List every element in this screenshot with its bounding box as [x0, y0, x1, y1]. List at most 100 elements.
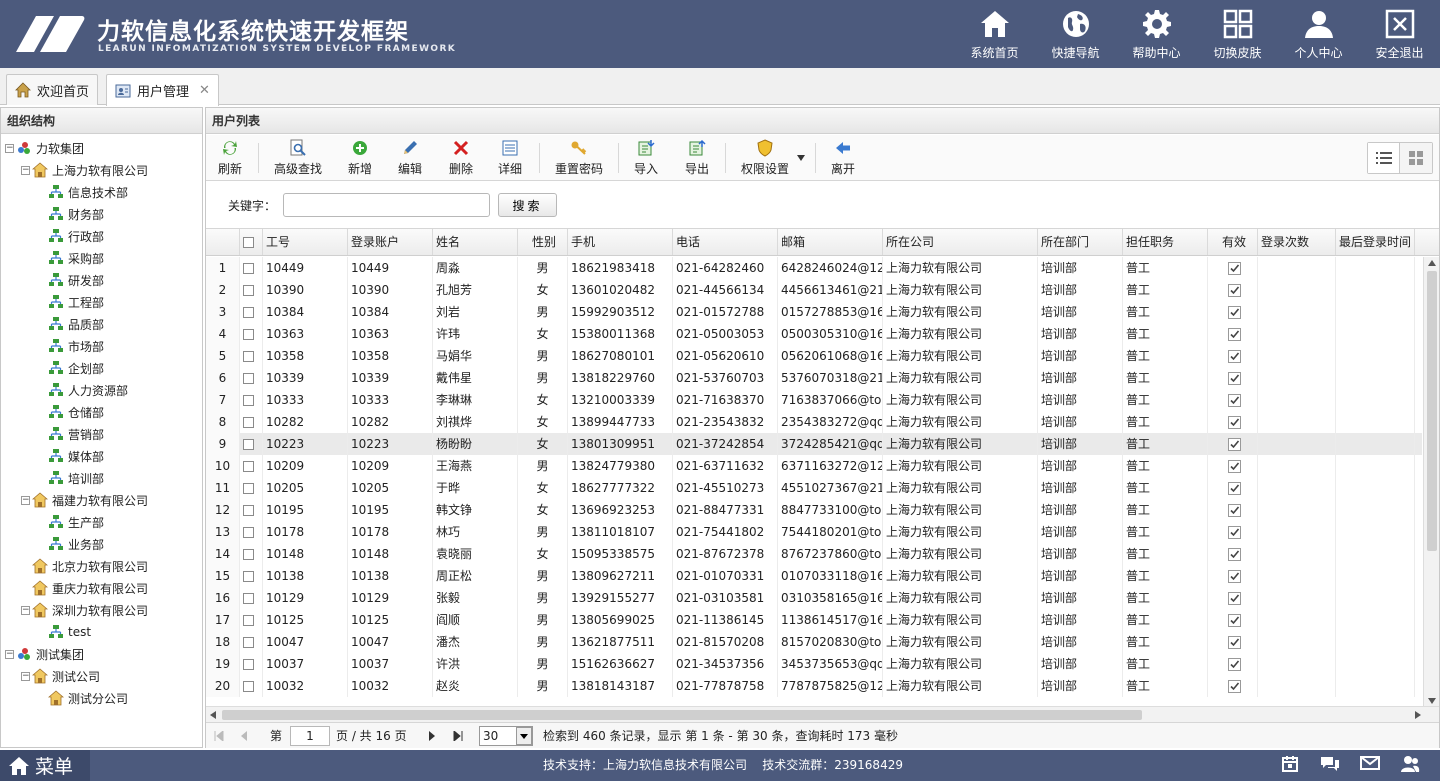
- tree-node[interactable]: 营销部: [1, 423, 202, 445]
- row-checkbox[interactable]: [243, 615, 254, 626]
- tree-node[interactable]: 市场部: [1, 335, 202, 357]
- nav-home[interactable]: 系统首页: [954, 0, 1035, 68]
- advanced-search-button[interactable]: 高级查找: [274, 139, 322, 177]
- table-row[interactable]: 6 10339 10339 戴伟星男 13818229760 021-53760703 53…: [206, 367, 1422, 389]
- column-header[interactable]: 工号: [263, 229, 348, 255]
- tree-node[interactable]: 测试分公司: [1, 687, 202, 709]
- column-header[interactable]: 邮箱: [778, 229, 883, 255]
- tree-node[interactable]: − 测试集团: [1, 643, 202, 665]
- column-header[interactable]: 登录次数: [1258, 229, 1336, 255]
- table-row[interactable]: 9 10223 10223 杨盼盼女 13801309951 021-37242854 37…: [206, 433, 1422, 455]
- permission-button[interactable]: 权限设置: [741, 139, 789, 177]
- tree-node[interactable]: 培训部: [1, 467, 202, 489]
- vertical-scrollbar[interactable]: [1423, 257, 1439, 707]
- table-row[interactable]: 13 10178 10178 林巧男 13811018107 021-75441802 75…: [206, 521, 1422, 543]
- tree-toggle-icon[interactable]: −: [21, 165, 30, 175]
- tab-user-management[interactable]: 用户管理 ✕: [106, 74, 219, 106]
- contacts-button[interactable]: [1390, 755, 1430, 773]
- table-row[interactable]: 5 10358 10358 马娟华男 18627080101 021-05620610 05…: [206, 345, 1422, 367]
- tree-node[interactable]: 重庆力软有限公司: [1, 577, 202, 599]
- tree-node[interactable]: 生产部: [1, 511, 202, 533]
- row-checkbox[interactable]: [243, 483, 254, 494]
- column-header[interactable]: 担任职务: [1123, 229, 1208, 255]
- table-row[interactable]: 19 10037 10037 许洪男 15162636627 021-34537356 34…: [206, 653, 1422, 675]
- column-header[interactable]: 电话: [673, 229, 778, 255]
- column-header[interactable]: 所在公司: [883, 229, 1038, 255]
- row-checkbox[interactable]: [243, 351, 254, 362]
- add-button[interactable]: 新增: [348, 139, 372, 177]
- horizontal-scroll-thumb[interactable]: [222, 710, 1142, 720]
- nav-skin[interactable]: 切换皮肤: [1197, 0, 1278, 68]
- tree-toggle-icon[interactable]: −: [5, 649, 14, 659]
- tree-node[interactable]: 行政部: [1, 225, 202, 247]
- tree-node[interactable]: 媒体部: [1, 445, 202, 467]
- detail-button[interactable]: 详细: [498, 139, 522, 177]
- table-row[interactable]: 14 10148 10148 袁晓丽女 15095338575 021-87672378 8…: [206, 543, 1422, 565]
- refresh-button[interactable]: 刷新: [218, 139, 242, 177]
- mail-button[interactable]: [1350, 755, 1390, 773]
- table-row[interactable]: 8 10282 10282 刘祺烨女 13899447733 021-23543832 23…: [206, 411, 1422, 433]
- nav-logout[interactable]: 安全退出: [1359, 0, 1440, 68]
- row-checkbox[interactable]: [243, 439, 254, 450]
- tree-node[interactable]: 业务部: [1, 533, 202, 555]
- tree-node[interactable]: 仓储部: [1, 401, 202, 423]
- tree-toggle-icon[interactable]: −: [21, 671, 30, 681]
- tree-node[interactable]: − 力软集团: [1, 137, 202, 159]
- select-all-checkbox[interactable]: [243, 237, 254, 248]
- row-checkbox[interactable]: [243, 373, 254, 384]
- tree-node[interactable]: 信息技术部: [1, 181, 202, 203]
- scroll-down-icon[interactable]: [1428, 698, 1436, 704]
- tree-node[interactable]: 工程部: [1, 291, 202, 313]
- tree-toggle-icon[interactable]: −: [21, 605, 30, 615]
- row-checkbox[interactable]: [243, 417, 254, 428]
- table-row[interactable]: 18 10047 10047 潘杰男 13621877511 021-81570208 81…: [206, 631, 1422, 653]
- tab-welcome[interactable]: 欢迎首页: [6, 74, 99, 105]
- table-row[interactable]: 20 10032 10032 赵炎男 13818143187 021-77878758 77…: [206, 675, 1422, 697]
- last-page-icon[interactable]: [453, 731, 463, 741]
- table-row[interactable]: 12 10195 10195 韩文铮女 13696923253 021-88477331 8…: [206, 499, 1422, 521]
- nav-profile[interactable]: 个人中心: [1278, 0, 1359, 68]
- row-checkbox[interactable]: [243, 263, 254, 274]
- tree-node[interactable]: − 福建力软有限公司: [1, 489, 202, 511]
- row-checkbox[interactable]: [243, 285, 254, 296]
- row-checkbox[interactable]: [243, 571, 254, 582]
- row-checkbox[interactable]: [243, 505, 254, 516]
- keyword-input[interactable]: [283, 193, 490, 217]
- row-checkbox[interactable]: [243, 395, 254, 406]
- tree-node[interactable]: 研发部: [1, 269, 202, 291]
- tree-toggle-icon[interactable]: −: [5, 143, 14, 153]
- row-checkbox[interactable]: [243, 307, 254, 318]
- table-row[interactable]: 3 10384 10384 刘岩男 15992903512 021-01572788 015…: [206, 301, 1422, 323]
- tree-toggle-icon[interactable]: −: [21, 495, 30, 505]
- tree-node[interactable]: 品质部: [1, 313, 202, 335]
- tree-node[interactable]: − 测试公司: [1, 665, 202, 687]
- nav-help[interactable]: 帮助中心: [1116, 0, 1197, 68]
- row-checkbox[interactable]: [243, 329, 254, 340]
- row-checkbox[interactable]: [243, 637, 254, 648]
- table-row[interactable]: 15 10138 10138 周正松男 13809627211 021-01070331 0…: [206, 565, 1422, 587]
- row-checkbox[interactable]: [243, 659, 254, 670]
- row-checkbox[interactable]: [243, 681, 254, 692]
- row-checkbox[interactable]: [243, 593, 254, 604]
- table-row[interactable]: 2 10390 10390 孔旭芳女 13601020482 021-44566134 44…: [206, 279, 1422, 301]
- nav-quick[interactable]: 快捷导航: [1035, 0, 1116, 68]
- column-header[interactable]: 手机: [568, 229, 673, 255]
- scroll-left-icon[interactable]: [210, 711, 216, 719]
- row-checkbox[interactable]: [243, 549, 254, 560]
- import-button[interactable]: 导入: [634, 139, 658, 177]
- table-row[interactable]: 10 10209 10209 王海燕男 13824779380 021-63711632 6…: [206, 455, 1422, 477]
- list-view-button[interactable]: [1368, 143, 1400, 173]
- edit-button[interactable]: 编辑: [398, 139, 422, 177]
- table-row[interactable]: 16 10129 10129 张毅男 13929155277 021-03103581 03…: [206, 587, 1422, 609]
- column-header[interactable]: 有效: [1208, 229, 1258, 255]
- column-header[interactable]: 所在部门: [1038, 229, 1123, 255]
- column-header[interactable]: 登录账户: [348, 229, 433, 255]
- table-row[interactable]: 1 10449 10449 周淼男 18621983418 021-64282460 642…: [206, 257, 1422, 279]
- vertical-scroll-thumb[interactable]: [1427, 271, 1437, 551]
- row-checkbox[interactable]: [243, 461, 254, 472]
- scroll-up-icon[interactable]: [1428, 260, 1436, 266]
- tree-node[interactable]: 北京力软有限公司: [1, 555, 202, 577]
- next-page-icon[interactable]: [428, 731, 436, 741]
- dropdown-arrow-icon[interactable]: [797, 155, 805, 161]
- first-page-icon[interactable]: [214, 731, 224, 741]
